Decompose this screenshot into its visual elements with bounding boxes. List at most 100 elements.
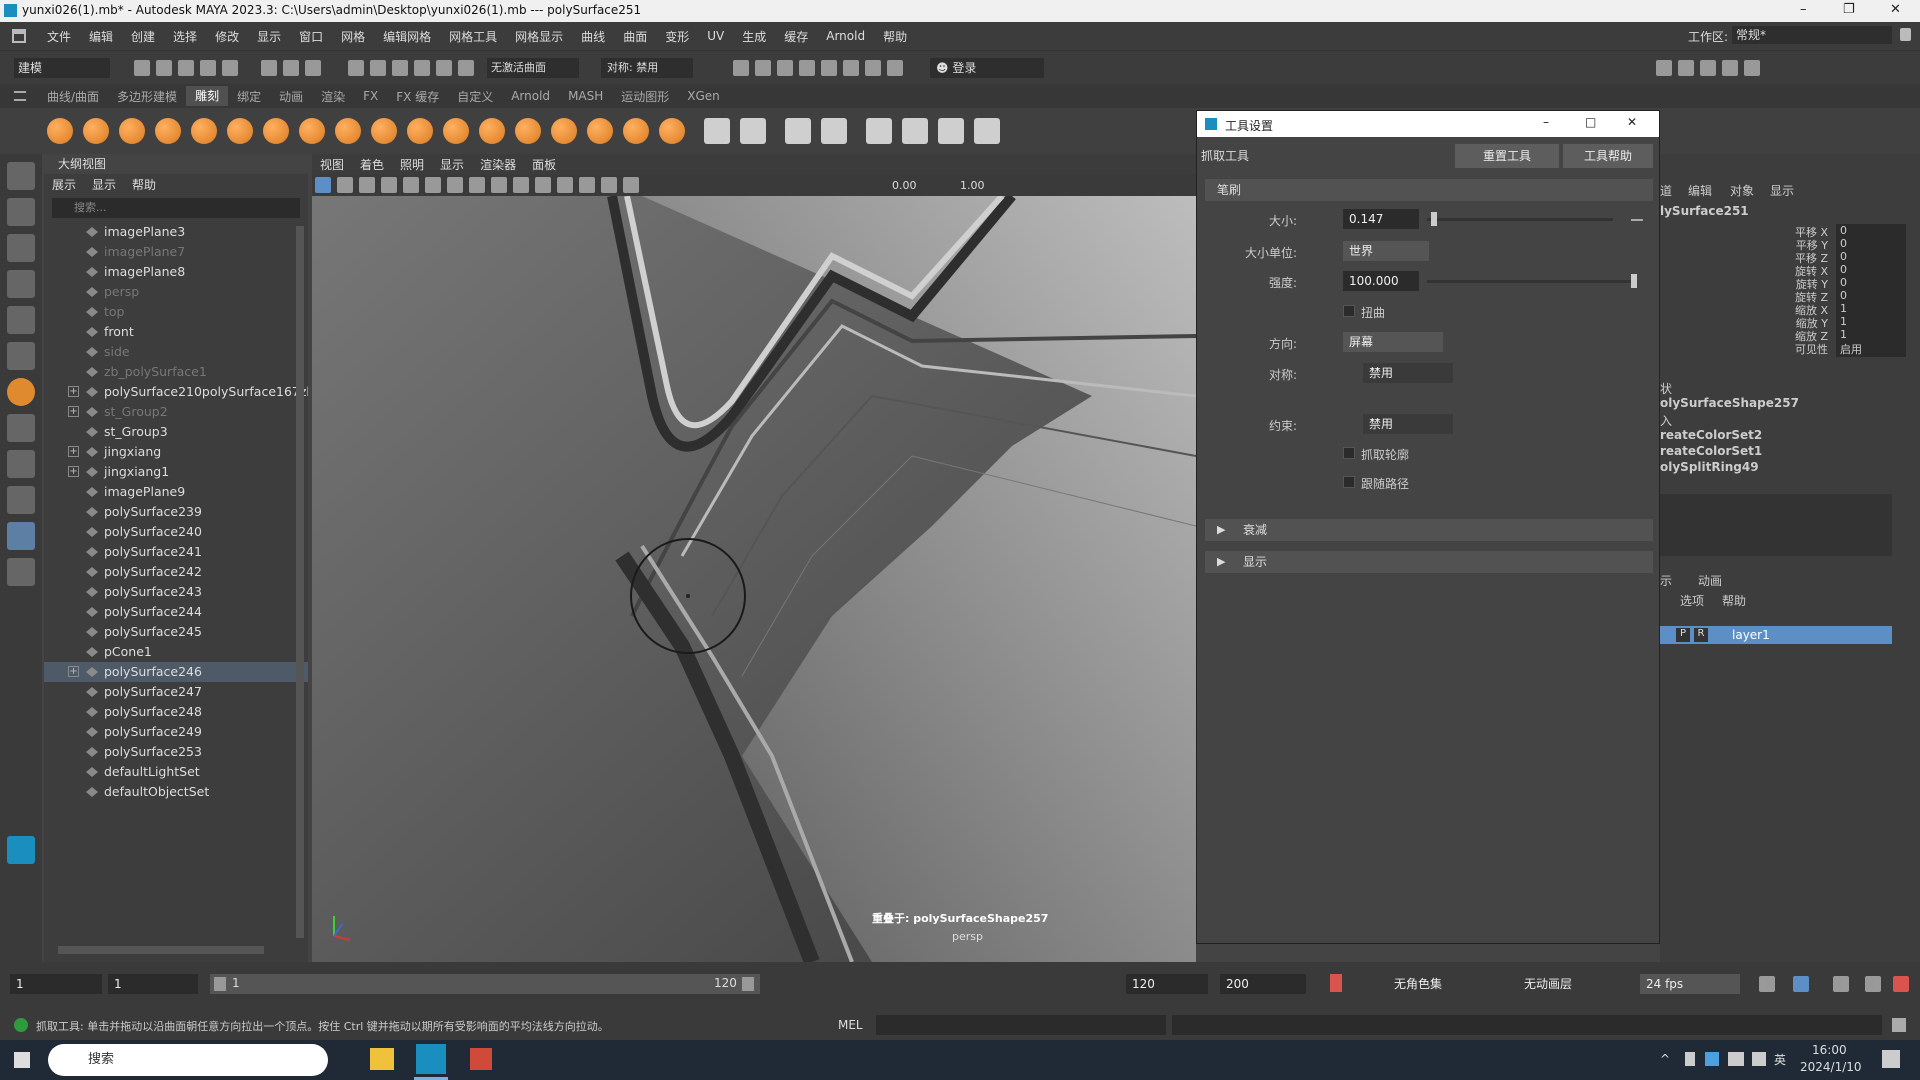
viewport-menu-renderer[interactable]: 渲染器 [480, 156, 516, 173]
loop-icon[interactable] [1759, 976, 1775, 992]
live-surface-field[interactable]: 无激活曲面 [487, 57, 579, 78]
render-view-icon[interactable] [843, 59, 859, 76]
search-tool-icon[interactable] [7, 558, 35, 586]
redo-icon[interactable] [222, 59, 238, 76]
lasso-tool-icon[interactable] [7, 198, 35, 226]
input-node-0[interactable]: reateColorSet2 [1660, 428, 1762, 442]
taskbar-search[interactable]: 搜索 [48, 1044, 328, 1076]
outliner-item[interactable]: polySurface244 [44, 602, 308, 622]
outliner-item[interactable]: defaultLightSet [44, 762, 308, 782]
expand-icon[interactable]: + [68, 666, 79, 677]
scale-tool-icon[interactable] [7, 342, 35, 370]
menu-file[interactable]: 文件 [38, 28, 80, 45]
outliner-item[interactable]: polySurface247 [44, 682, 308, 702]
freeze-brush-icon[interactable] [659, 118, 685, 144]
size-slider-reset-icon[interactable] [1631, 219, 1643, 221]
layer-name[interactable]: layer1 [1732, 628, 1770, 642]
rotate-tool-icon[interactable] [7, 306, 35, 334]
follow-path-checkbox[interactable] [1343, 476, 1355, 488]
layer-tab-anim[interactable]: 动画 [1698, 572, 1722, 589]
snap-curve-icon[interactable] [370, 59, 386, 76]
select-object-icon[interactable] [283, 59, 299, 76]
login-select[interactable]: ☻ 登录 [930, 57, 1044, 78]
character-set-select[interactable]: 无角色集 [1388, 974, 1508, 994]
maya-taskbar-icon[interactable] [416, 1044, 446, 1074]
strength-field[interactable]: 100.000 [1343, 271, 1419, 291]
range-end-handle[interactable] [742, 977, 754, 991]
menu-edit-mesh[interactable]: 编辑网格 [374, 28, 440, 45]
layer-reference-toggle[interactable]: R [1694, 628, 1708, 642]
layer-menu-options[interactable]: 选项 [1680, 592, 1704, 609]
shelf-extra-2-icon[interactable] [974, 118, 1000, 144]
tray-chevron-icon[interactable]: ^ [1660, 1052, 1670, 1066]
workspace-select[interactable]: 常规* [1732, 26, 1892, 44]
outliner-item[interactable]: zb_polySurface1 [44, 362, 308, 382]
mode-select[interactable]: 建模 [14, 57, 110, 78]
outliner-item[interactable]: imagePlane7 [44, 242, 308, 262]
shelf-tab-arnold[interactable]: Arnold [502, 89, 559, 103]
select-tool-icon[interactable] [7, 162, 35, 190]
channel-attr-value[interactable]: 0 [1836, 263, 1906, 276]
smooth-shade-icon[interactable] [491, 177, 507, 193]
shelf-tab-xgen[interactable]: XGen [678, 89, 729, 103]
camera-attributes-icon[interactable] [337, 177, 353, 193]
size-slider-track[interactable] [1427, 218, 1613, 221]
shelf-tab-custom[interactable]: 自定义 [448, 88, 502, 105]
restore-button[interactable]: ❐ [1843, 2, 1855, 17]
shelf-tab-motion-graphics[interactable]: 运动图形 [612, 88, 678, 105]
gamma-value[interactable]: 1.00 [960, 179, 994, 192]
snap-edge-icon[interactable] [458, 59, 474, 76]
outliner-item[interactable]: imagePlane3 [44, 222, 308, 242]
expand-icon[interactable]: + [68, 466, 79, 477]
mask-icon[interactable] [902, 118, 928, 144]
image-plane-icon[interactable] [381, 177, 397, 193]
smooth-brush-icon[interactable] [83, 118, 109, 144]
outliner-menu-help[interactable]: 帮助 [132, 176, 156, 193]
home-icon[interactable] [12, 29, 26, 43]
grab-brush-icon[interactable] [155, 118, 181, 144]
snap-point-icon[interactable] [392, 59, 408, 76]
channel-menu-0[interactable]: 道 [1660, 182, 1672, 199]
isolate-select-icon[interactable] [623, 177, 639, 193]
grid-toggle-icon[interactable] [403, 177, 419, 193]
blend-shape-icon[interactable] [785, 118, 811, 144]
modeling-toolkit-icon[interactable] [1656, 59, 1672, 76]
constraint-select[interactable]: 禁用 [1363, 414, 1453, 434]
layer-tab-display[interactable]: 示 [1660, 572, 1672, 589]
expand-icon[interactable]: + [68, 406, 79, 417]
outliner-item[interactable]: + polySurface210polySurface167zb [44, 382, 308, 402]
flatten-brush-icon[interactable] [227, 118, 253, 144]
script-editor-icon[interactable] [1892, 1018, 1906, 1032]
lights-icon[interactable] [535, 177, 551, 193]
network-icon[interactable] [1728, 1052, 1744, 1066]
ambient-occlusion-icon[interactable] [579, 177, 595, 193]
shelf-tab-fx[interactable]: FX [354, 89, 387, 103]
tray-app-icon[interactable] [1705, 1052, 1719, 1066]
foamy-brush-icon[interactable] [263, 118, 289, 144]
select-component-icon[interactable] [305, 59, 321, 76]
anim-layer-select[interactable]: 无动画层 [1518, 974, 1628, 994]
menu-uv[interactable]: UV [698, 29, 733, 43]
move-tool-icon[interactable] [7, 270, 35, 298]
display-section-header[interactable]: 显示 [1205, 551, 1653, 573]
wax-brush-icon[interactable] [407, 118, 433, 144]
outliner-item[interactable]: imagePlane8 [44, 262, 308, 282]
tool-settings-icon[interactable] [1722, 59, 1738, 76]
ime-indicator[interactable]: 英 [1774, 1051, 1786, 1068]
new-scene-icon[interactable] [134, 59, 150, 76]
shelf-tab-fx-cache[interactable]: FX 缓存 [387, 88, 448, 105]
range-start-handle[interactable] [214, 977, 226, 991]
outliner-item[interactable]: polySurface242 [44, 562, 308, 582]
ipr-render-icon[interactable] [777, 59, 793, 76]
menu-cache[interactable]: 缓存 [775, 28, 817, 45]
viewport-menu-show[interactable]: 显示 [440, 156, 464, 173]
volume-icon[interactable] [1752, 1052, 1766, 1066]
start-icon[interactable] [14, 1052, 30, 1068]
twist-checkbox[interactable] [1343, 305, 1355, 317]
shelf-extra-1-icon[interactable] [938, 118, 964, 144]
command-input[interactable] [876, 1015, 1166, 1035]
falloff-section-header[interactable]: 衰减 [1205, 519, 1653, 541]
outliner-search-input[interactable]: 搜索... [52, 198, 300, 218]
channel-attr-value[interactable]: 1 [1836, 328, 1906, 341]
tool-help-button[interactable]: 工具帮助 [1563, 144, 1653, 168]
